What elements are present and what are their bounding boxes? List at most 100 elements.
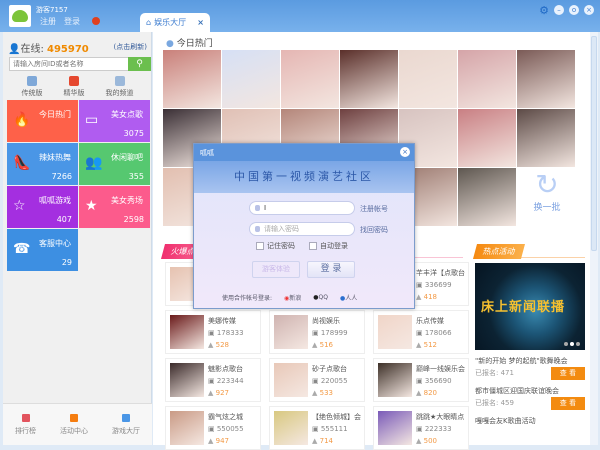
streamer-photo[interactable] [399, 50, 457, 108]
streamer-photo[interactable] [340, 50, 398, 108]
person-icon: ▲ [208, 437, 216, 445]
auto-login-checkbox[interactable]: 自动登录 [309, 241, 348, 251]
weibo-login[interactable]: ◉新浪 [284, 293, 301, 302]
renren-login[interactable]: ●人人 [340, 293, 357, 302]
person-icon: ▲ [208, 341, 216, 349]
room-id-value: 178066 [424, 329, 452, 337]
category-count: 3075 [123, 129, 144, 138]
streamer-photo[interactable] [163, 50, 221, 108]
guest-button[interactable]: 游客体验 [252, 261, 300, 278]
category-icon: ▭ [85, 112, 99, 128]
login-button[interactable]: 登 录 [307, 261, 355, 278]
event-title[interactable]: 都市僵城区迎国庆联谊晚会 [475, 386, 585, 397]
renren-label: 人人 [345, 295, 358, 302]
activity-banner[interactable]: 床上新闻联播 [475, 263, 585, 350]
nav-icon [122, 413, 130, 422]
category-count: 7266 [51, 172, 72, 181]
remember-password-checkbox[interactable]: 记住密码 [256, 241, 295, 251]
recover-password-link[interactable]: 找回密码 [360, 225, 388, 235]
streamer-photo[interactable] [458, 168, 516, 226]
tab-label: 娱乐大厅 [154, 18, 187, 27]
bottom-nav-item[interactable]: 游戏大厅 [112, 413, 140, 436]
viewer-count: ▲ 418 [416, 293, 437, 301]
refresh-batch-button[interactable]: ↻ 换一批 [517, 162, 577, 220]
event-meta: 已报名: 471 查 看 [475, 367, 585, 380]
banner-title: 床上新闻联播 [481, 300, 566, 315]
category-tile[interactable]: ☆ 呱呱游戏 407 [7, 186, 78, 228]
mode-1[interactable]: 精华版 [64, 76, 85, 98]
scrollbar[interactable] [590, 32, 598, 445]
remember-label: 记住密码 [267, 242, 295, 250]
streamer-photo[interactable] [458, 50, 516, 108]
bottom-nav: 排行榜 活动中心 游戏大厅 [3, 403, 152, 445]
streamer-photo[interactable] [222, 50, 280, 108]
close-button[interactable]: × [584, 5, 594, 15]
view-event-button[interactable]: 查 看 [550, 397, 585, 410]
viewer-count-value: 528 [215, 341, 229, 349]
home-icon: ⌂ [146, 18, 152, 27]
password-input[interactable]: 请输入密码 [249, 222, 355, 236]
carousel-dot[interactable] [576, 342, 580, 346]
mode-icon [27, 76, 37, 86]
room-card[interactable]: 乐点传媒 ▣ 178066 ▲ 512 [373, 310, 469, 354]
room-card[interactable]: 砂子点歌台 ▣ 220055 ▲ 533 [269, 358, 365, 402]
login-dialog: 呱呱 × 中国第一视频演艺社区 I 注册帐号 请输入密码 找回密码 记住密码 自动… [193, 143, 415, 309]
search-button[interactable]: ⚲ [128, 57, 151, 71]
streamer-photo[interactable] [458, 109, 516, 167]
category-tile[interactable]: ★ 美女秀场 2598 [79, 186, 150, 228]
search-input[interactable] [10, 58, 122, 70]
account-input[interactable]: I [249, 201, 355, 215]
room-card[interactable]: 美娜传媒 ▣ 178333 ▲ 528 [165, 310, 261, 354]
scrollbar-thumb[interactable] [591, 36, 597, 251]
room-card[interactable]: 魅影点歌台 ▣ 223344 ▲ 927 [165, 358, 261, 402]
viewer-count: ▲ 714 [312, 437, 333, 445]
carousel-dot[interactable] [570, 342, 574, 346]
room-card[interactable]: 跳跳★大眼睛点 ▣ 222333 ▲ 500 [373, 406, 469, 450]
room-id-value: 223344 [216, 377, 244, 385]
event-title[interactable]: 嘎嘎会友K歌曲活动 [475, 416, 585, 427]
register-link[interactable]: 注册 [40, 17, 56, 26]
room-id: ▣ 550055 [208, 425, 244, 433]
gear-icon[interactable]: ⚙ [539, 4, 549, 17]
category-icon: 👠 [13, 155, 31, 171]
dialog-close-icon[interactable]: × [400, 147, 410, 157]
maximize-button[interactable]: o [569, 5, 579, 15]
avatar[interactable] [9, 5, 31, 27]
category-tile[interactable]: 👠 辣妹热舞 7266 [7, 143, 78, 185]
room-card[interactable]: 【绝色倾城】会 ▣ 555111 ▲ 714 [269, 406, 365, 450]
streamer-photo[interactable] [517, 109, 575, 167]
tab-entertainment-hall[interactable]: ⌂ 娱乐大厅 × [140, 13, 210, 32]
bottom-nav-item[interactable]: 排行榜 [15, 413, 36, 436]
bottom-nav-item[interactable]: 活动中心 [60, 413, 88, 436]
qq-login[interactable]: ●QQ [313, 294, 328, 301]
mode-2[interactable]: 我的频道 [106, 76, 134, 98]
viewer-count-value: 820 [423, 389, 437, 397]
tab-close-icon[interactable]: × [197, 18, 204, 27]
register-account-link[interactable]: 注册帐号 [360, 204, 388, 214]
mode-0[interactable]: 传统版 [22, 76, 43, 98]
auto-login-label: 自动登录 [320, 242, 348, 250]
carousel-dot[interactable] [564, 342, 568, 346]
streamer-photo[interactable] [517, 50, 575, 108]
view-event-button[interactable]: 查 看 [550, 367, 585, 380]
streamer-photo[interactable] [281, 50, 339, 108]
category-tile[interactable]: ▭ 美女点歌 3075 [79, 100, 150, 142]
medal-icon[interactable] [92, 17, 100, 25]
event-title[interactable]: "新的开始 梦的起航"歌舞晚会 [475, 356, 585, 367]
category-tile[interactable]: 👥 休闲聊吧 355 [79, 143, 150, 185]
today-hot-heading: ● 今日热门 [166, 36, 213, 49]
category-tile[interactable]: 🔥 今日热门 [7, 100, 78, 142]
category-tile[interactable]: ☎ 客服中心 29 [7, 229, 78, 271]
room-thumbnail [170, 363, 204, 397]
minimize-button[interactable]: – [554, 5, 564, 15]
room-thumbnail [170, 411, 204, 445]
room-card[interactable]: 霸气炫之城 ▣ 550055 ▲ 947 [165, 406, 261, 450]
room-card[interactable]: 尚视娱乐 ▣ 178999 ▲ 516 [269, 310, 365, 354]
room-icon: ▣ [312, 329, 321, 337]
nav-icon [21, 413, 30, 422]
room-card[interactable]: 巅峰一线娱乐会 ▣ 356690 ▲ 820 [373, 358, 469, 402]
nav-label: 游戏大厅 [112, 426, 140, 435]
refresh-link[interactable]: (点击刷新) [114, 42, 147, 52]
person-icon: ▲ [312, 437, 320, 445]
login-link[interactable]: 登录 [64, 17, 80, 26]
